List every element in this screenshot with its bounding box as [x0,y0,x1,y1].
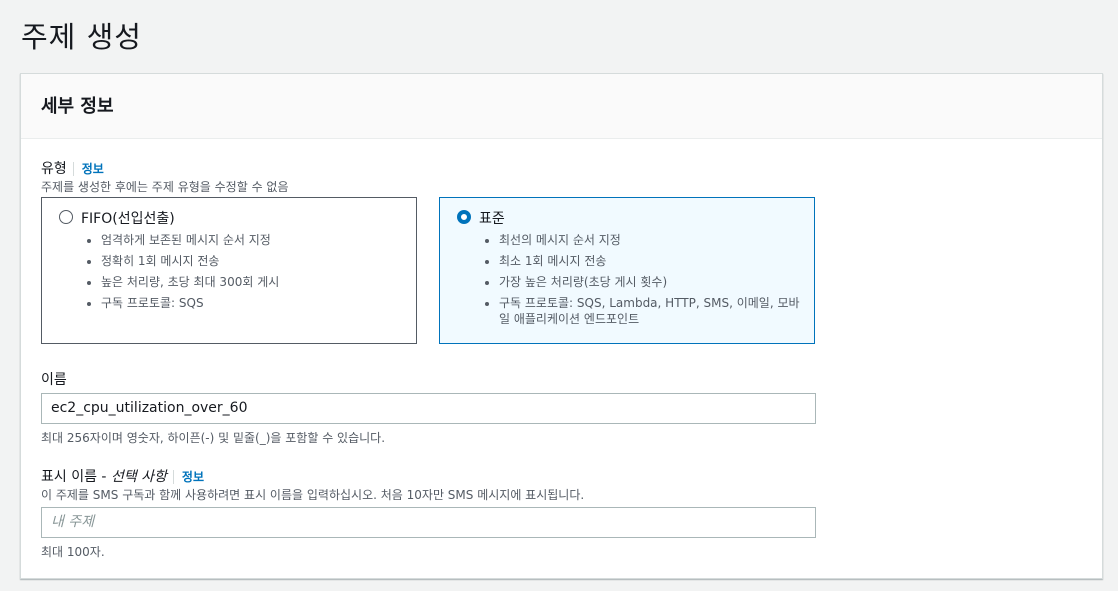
type-info-link[interactable]: 정보 [72,162,104,176]
type-label-row: 유형 정보 [41,158,104,178]
display-name-label-row: 표시 이름 - 선택 사항 정보 [41,466,205,486]
fifo-radio[interactable] [59,210,73,224]
standard-title: 표준 [479,211,505,227]
tile-standard[interactable]: 표준 최선의 메시지 순서 지정 최소 1회 메시지 전송 가장 높은 처리량(… [439,197,815,344]
display-name-description: 이 주제를 SMS 구독과 함께 사용하려면 표시 이름을 입력하십시오. 처음… [41,488,585,502]
name-label: 이름 [41,372,67,388]
display-name-optional: 선택 사항 [110,469,167,485]
name-hint: 최대 256자이며 영숫자, 하이픈(-) 및 밑줄(_)을 포함할 수 있습니… [41,431,386,445]
page-title: 주제 생성 [21,20,142,54]
display-name-label: 표시 이름 - [41,469,111,485]
display-name-info-link[interactable]: 정보 [172,470,205,484]
standard-bullets: 최선의 메시지 순서 지정 최소 1회 메시지 전송 가장 높은 처리량(초당 … [481,232,809,332]
display-name-input[interactable]: 내 주제 [41,507,816,538]
display-name-hint: 최대 100자. [41,545,105,559]
details-panel: 세부 정보 유형 정보 주제를 생성한 후에는 주제 유형을 수정할 수 없음 F… [20,73,1103,579]
type-description: 주제를 생성한 후에는 주제 유형을 수정할 수 없음 [41,180,289,194]
list-item: 높은 처리량, 초당 최대 300회 게시 [101,274,411,290]
standard-radio[interactable] [457,210,471,224]
list-item: 가장 높은 처리량(초당 게시 횟수) [499,274,809,290]
list-item: 구독 프로토콜: SQS [101,295,411,311]
list-item: 정확히 1회 메시지 전송 [101,253,411,269]
name-input[interactable]: ec2_cpu_utilization_over_60 [41,393,816,424]
type-label: 유형 [41,161,67,177]
list-item: 엄격하게 보존된 메시지 순서 지정 [101,232,411,248]
tile-fifo[interactable]: FIFO(선입선출) 엄격하게 보존된 메시지 순서 지정 정확히 1회 메시지… [41,197,417,344]
list-item: 최선의 메시지 순서 지정 [499,232,809,248]
fifo-title: FIFO(선입선출) [81,211,175,227]
panel-header: 세부 정보 [21,74,1102,139]
panel-title: 세부 정보 [41,96,114,117]
list-item: 구독 프로토콜: SQS, Lambda, HTTP, SMS, 이메일, 모바… [499,295,809,327]
list-item: 최소 1회 메시지 전송 [499,253,809,269]
fifo-bullets: 엄격하게 보존된 메시지 순서 지정 정확히 1회 메시지 전송 높은 처리량,… [83,232,411,316]
